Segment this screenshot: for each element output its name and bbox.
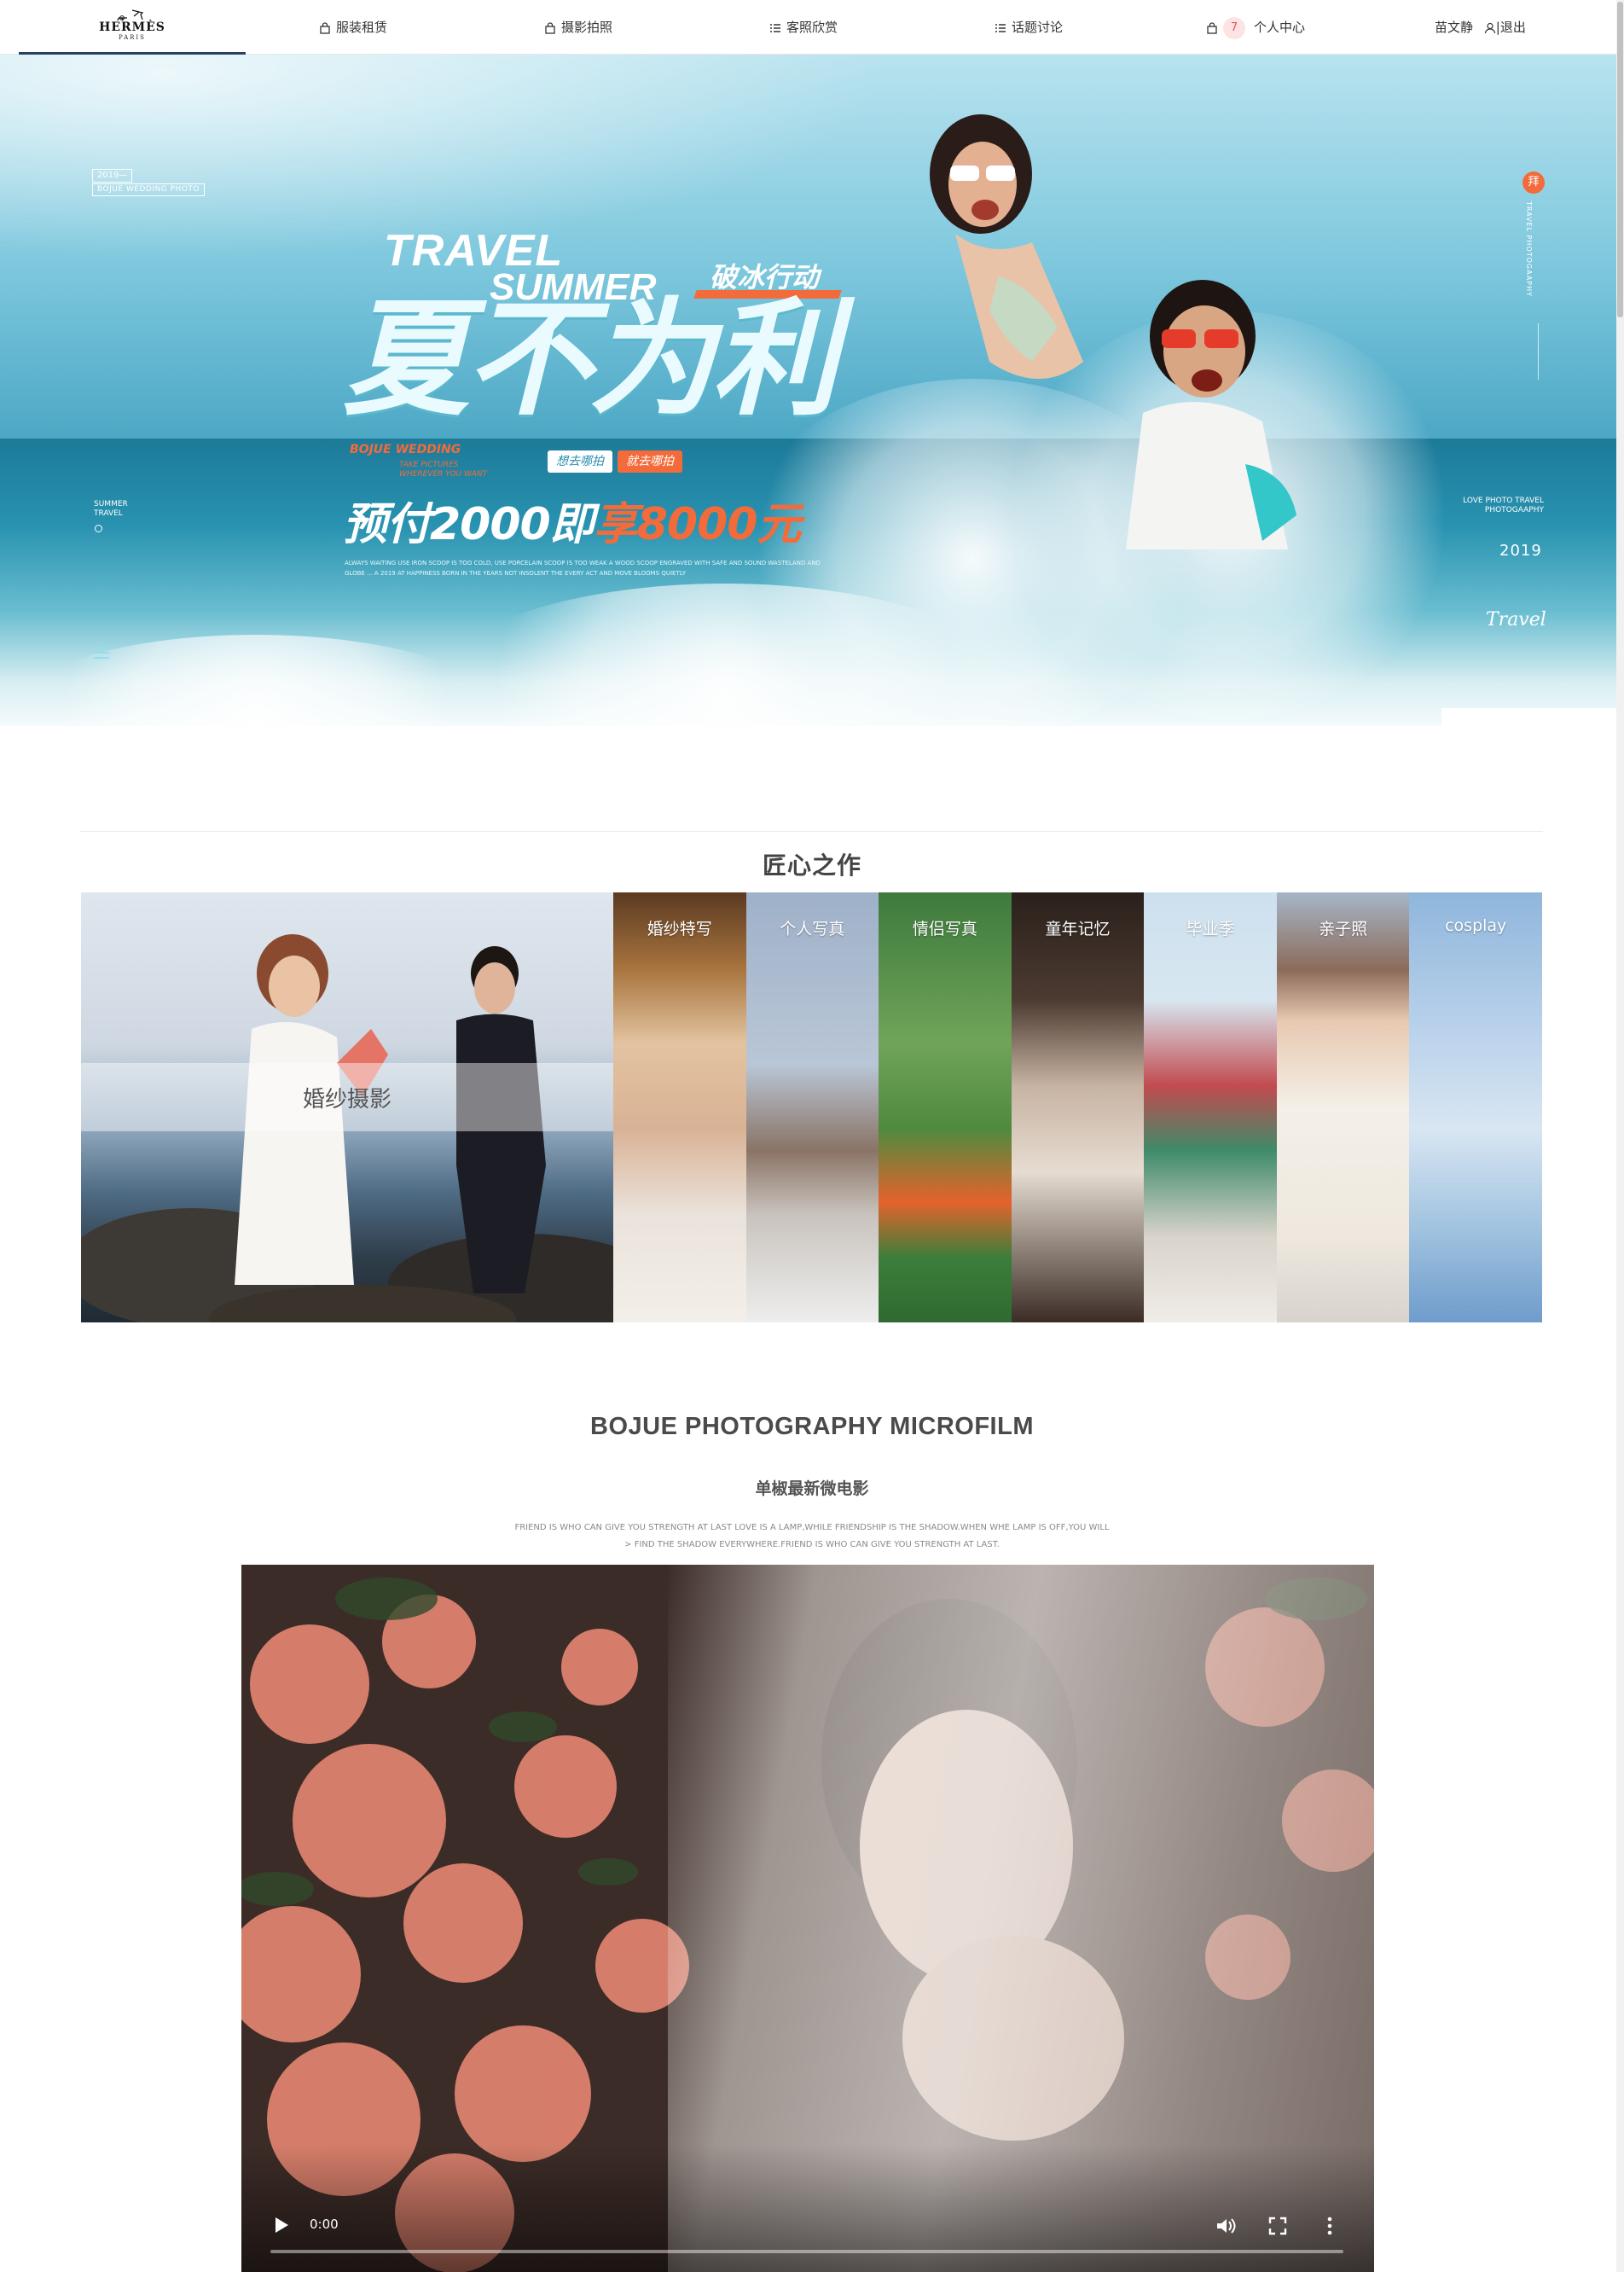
- gallery-label: 童年记忆: [1045, 920, 1111, 938]
- hero-right-divider: [1538, 323, 1539, 380]
- hero-bojue-sub: TAKE PICTURES WHEREVER YOU WANT: [399, 461, 487, 479]
- hero-year-right: 2019: [1499, 542, 1542, 560]
- bag-icon: [320, 21, 330, 34]
- hero-promo-b: 享8000元: [593, 499, 802, 550]
- gallery-item-family[interactable]: 亲子照: [1276, 892, 1410, 1322]
- hero-right-badge: 拜: [1522, 171, 1545, 194]
- volume-icon[interactable]: [1215, 2217, 1236, 2235]
- horse-carriage-icon: [117, 9, 144, 20]
- hero-promo: 预付2000即享8000元: [343, 488, 802, 552]
- logout-link[interactable]: |退出: [1496, 20, 1526, 35]
- notification-badge: 7: [1223, 16, 1245, 39]
- nav-item-personal-center[interactable]: 7 个人中心: [1206, 0, 1305, 55]
- video-progress-bar[interactable]: [270, 2250, 1343, 2253]
- nav-item-costume-rental[interactable]: 服装租赁: [319, 0, 387, 55]
- hero-corner-cutout: [1441, 708, 1616, 726]
- gallery-label: 婚纱摄影: [302, 1087, 392, 1113]
- film-desc-line: > FIND THE SHADOW EVERYWHERE.FRIEND IS W…: [624, 1540, 1000, 1549]
- nav-item-topic-discussion[interactable]: 话题讨论: [995, 0, 1063, 55]
- nav-label: 话题讨论: [1012, 20, 1064, 35]
- gallery-label: 婚纱特写: [647, 920, 712, 938]
- nav-item-customer-gallery[interactable]: 客照欣赏: [769, 0, 838, 55]
- gallery-item-wedding[interactable]: 婚纱摄影: [81, 892, 613, 1322]
- section-divider: [80, 831, 1543, 832]
- page-scrollbar[interactable]: [1616, 0, 1624, 2272]
- gallery-label: 个人写真: [780, 920, 845, 938]
- video-time: 0:00: [310, 2217, 339, 2232]
- microfilm-video[interactable]: 0:00: [241, 1565, 1374, 2272]
- list-icon: [770, 23, 780, 32]
- user-area: 苗文静 |退出: [1435, 0, 1526, 55]
- gallery-item-portrait[interactable]: 个人写真: [745, 892, 879, 1322]
- hero-pill-go: 就去哪拍: [618, 450, 682, 473]
- hero-bojue: BOJUE WEDDING: [350, 443, 461, 456]
- gallery-item-graduation[interactable]: 毕业季: [1144, 892, 1277, 1322]
- hero-main-title: 夏不为利: [343, 286, 838, 433]
- nav-label: 服装租赁: [336, 20, 388, 35]
- section-works-title: 匠心之作: [762, 851, 861, 880]
- fullscreen-icon[interactable]: [1268, 2217, 1287, 2235]
- hero-right-vertical: TRAVEL PHOTOGAAPHY: [1525, 201, 1533, 298]
- gallery-label: 毕业季: [1186, 920, 1235, 938]
- hero-circle-icon: [95, 525, 102, 532]
- logo[interactable]: HERMÈS PARIS: [19, 0, 246, 55]
- list-icon: [995, 23, 1006, 32]
- nav-label: 摄影拍照: [561, 20, 613, 35]
- film-desc-line: FRIEND IS WHO CAN GIVE YOU STRENGTH AT L…: [514, 1523, 1110, 1532]
- bag-icon: [545, 21, 555, 34]
- nav-label: 客照欣赏: [786, 20, 838, 35]
- hero-love-text: LOVE PHOTO TRAVEL PHOTOGAAPHY: [1463, 497, 1544, 514]
- gallery-label: 情侣写真: [912, 920, 977, 938]
- menu-icon[interactable]: [94, 647, 109, 659]
- section-film-title: BOJUE PHOTOGRAPHY MICROFILM: [590, 1413, 1034, 1440]
- hero-pill-where: 想去哪拍: [548, 450, 612, 473]
- nav-item-photo-shoot[interactable]: 摄影拍照: [544, 0, 612, 55]
- top-navigation: HERMÈS PARIS 服装租赁 摄影拍照 客照欣赏 话题讨论 7 个人中心 苗…: [0, 0, 1616, 55]
- hero-promo-a: 预付2000即: [343, 499, 594, 550]
- gallery-item-couple[interactable]: 情侣写真: [879, 892, 1012, 1322]
- works-gallery: 婚纱摄影 婚纱特写 个人写真 情侣写真 童年记忆 毕业季 亲子照 cosplay: [81, 892, 1542, 1322]
- gallery-label: 亲子照: [1319, 920, 1368, 938]
- logo-sub: PARIS: [119, 34, 146, 41]
- gallery-item-closeup[interactable]: 婚纱特写: [612, 892, 746, 1322]
- section-film-subtitle: 单椒最新微电影: [755, 1479, 869, 1498]
- user-icon: [1484, 22, 1495, 33]
- bag-icon: [1207, 21, 1217, 34]
- more-options-icon[interactable]: [1326, 2217, 1333, 2235]
- hero-fine-print: ALWAYS WAITING USE IRON SCOOP IS TOO COL…: [345, 560, 821, 577]
- play-icon[interactable]: [276, 2217, 288, 2233]
- gallery-label: cosplay: [1445, 916, 1507, 935]
- gallery-item-cosplay[interactable]: cosplay: [1409, 892, 1542, 1322]
- couple-illustration: [930, 114, 1296, 549]
- hero-tag-wedding: BOJUE WEDDING PHOTO: [92, 183, 205, 196]
- hero-left-text: SUMMER TRAVEL: [94, 500, 128, 518]
- hero-banner[interactable]: 2019— BOJUE WEDDING PHOTO SUMMER TRAVEL …: [0, 55, 1616, 726]
- nav-label: 个人中心: [1254, 20, 1306, 35]
- scrollbar-thumb[interactable]: [1617, 2, 1623, 317]
- hero-tag-year: 2019—: [92, 169, 133, 183]
- hero-travel-script: Travel: [1486, 609, 1546, 630]
- logo-brand: HERMÈS: [99, 20, 165, 34]
- gallery-item-childhood[interactable]: 童年记忆: [1011, 892, 1145, 1322]
- username[interactable]: 苗文静: [1435, 20, 1473, 35]
- section-film-desc: FRIEND IS WHO CAN GIVE YOU STRENGTH AT L…: [0, 1520, 1624, 1554]
